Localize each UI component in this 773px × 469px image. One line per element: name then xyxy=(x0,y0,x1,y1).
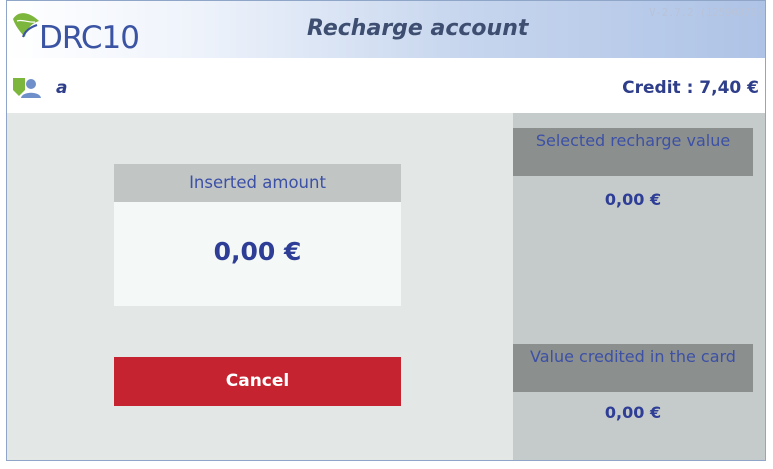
user-bar: a Credit : 7,40 € xyxy=(7,58,765,113)
credit-label: Credit : 7,40 € xyxy=(622,78,759,98)
value-credited-label: Value credited in the card xyxy=(513,344,753,392)
cancel-button[interactable]: Cancel xyxy=(114,357,401,406)
logo: DRC10 xyxy=(9,7,179,56)
logo-text: DRC10 xyxy=(39,20,140,56)
recharge-summary-panel: Selected recharge value 0,00 € Value cre… xyxy=(513,113,765,460)
selected-recharge-value: 0,00 € xyxy=(604,190,662,209)
header-bar: DRC10 Recharge account V-2.7.2 (12590376… xyxy=(7,1,765,58)
selected-recharge-label: Selected recharge value xyxy=(513,128,753,176)
version-label: V-2.7.2 (12590376) xyxy=(649,7,763,19)
inserted-amount-label: Inserted amount xyxy=(114,164,401,202)
inserted-amount-value: 0,00 € xyxy=(213,237,302,266)
page-title: Recharge account xyxy=(307,16,529,41)
user-name: a xyxy=(56,78,68,98)
app-window: DRC10 Recharge account V-2.7.2 (12590376… xyxy=(6,0,766,461)
inserted-amount-panel: Inserted amount 0,00 € xyxy=(114,164,401,306)
value-credited-value: 0,00 € xyxy=(604,403,662,422)
user-avatar-icon xyxy=(13,78,43,102)
